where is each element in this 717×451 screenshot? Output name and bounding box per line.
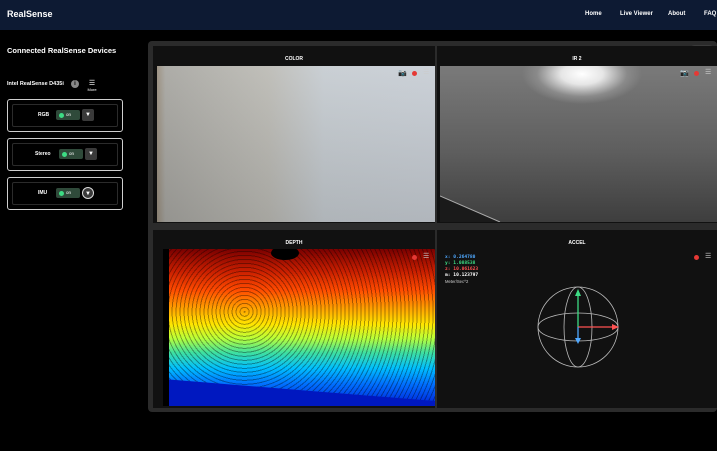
stream-toggle-rgb[interactable]: on xyxy=(56,110,80,120)
color-video-feed xyxy=(157,66,435,222)
panel-title: ACCEL xyxy=(568,240,586,246)
camera-icon[interactable]: 📷 xyxy=(398,69,407,77)
panel-title: IR 2 xyxy=(572,56,582,62)
sidebar-title: Connected RealSense Devices xyxy=(7,46,117,55)
stream-toggle-stereo[interactable]: on xyxy=(59,149,83,159)
accel-readout: x: 0.264780 y: 1.088538 z: 10.061623 m: … xyxy=(445,255,478,285)
more-label: More xyxy=(87,87,97,92)
nav-faq[interactable]: FAQ xyxy=(704,11,716,17)
info-icon[interactable]: i xyxy=(71,80,79,88)
depth-video-feed xyxy=(163,249,435,406)
hamburger-icon[interactable]: ☰ xyxy=(423,68,429,76)
panel-title: DEPTH xyxy=(285,240,303,246)
record-icon[interactable] xyxy=(412,255,417,260)
chevron-down-icon[interactable]: ▼ xyxy=(82,109,94,121)
nav-live-viewer[interactable]: Live Viewer xyxy=(620,11,653,17)
more-menu-button[interactable]: ☰ More xyxy=(85,80,99,92)
accel-unit: Meter/Sec^2 xyxy=(445,279,469,284)
hamburger-icon: ☰ xyxy=(88,80,96,87)
stream-card-stereo: Stereo on ▼ xyxy=(7,138,123,171)
nav-home[interactable]: Home xyxy=(585,11,602,17)
brand-logo[interactable]: RealSense xyxy=(7,9,53,19)
stream-label: RGB xyxy=(38,112,50,118)
panel-title: COLOR xyxy=(284,56,304,62)
top-navbar: RealSense Home Live Viewer About FAQ xyxy=(0,0,717,30)
accel-sphere-visualization xyxy=(537,286,619,368)
record-icon[interactable] xyxy=(694,71,699,76)
hamburger-icon[interactable]: ☰ xyxy=(705,68,711,76)
stream-label: Stereo xyxy=(35,151,51,157)
nav-about[interactable]: About xyxy=(668,11,685,17)
stream-card-imu: IMU on ▼ xyxy=(7,177,123,210)
record-icon[interactable] xyxy=(694,255,699,260)
device-name: Intel RealSense D435i xyxy=(7,81,64,87)
chevron-down-icon[interactable]: ▼ xyxy=(85,148,97,160)
stream-card-rgb: RGB on ▼ xyxy=(7,99,123,132)
hamburger-icon[interactable]: ☰ xyxy=(423,252,429,260)
record-icon[interactable] xyxy=(412,71,417,76)
chevron-down-icon[interactable]: ▼ xyxy=(82,187,94,199)
hamburger-icon[interactable]: ☰ xyxy=(705,252,711,260)
stream-toggle-imu[interactable]: on xyxy=(56,188,80,198)
ir2-video-feed xyxy=(440,66,717,222)
camera-icon[interactable]: 📷 xyxy=(680,69,689,77)
stream-label: IMU xyxy=(38,190,48,196)
